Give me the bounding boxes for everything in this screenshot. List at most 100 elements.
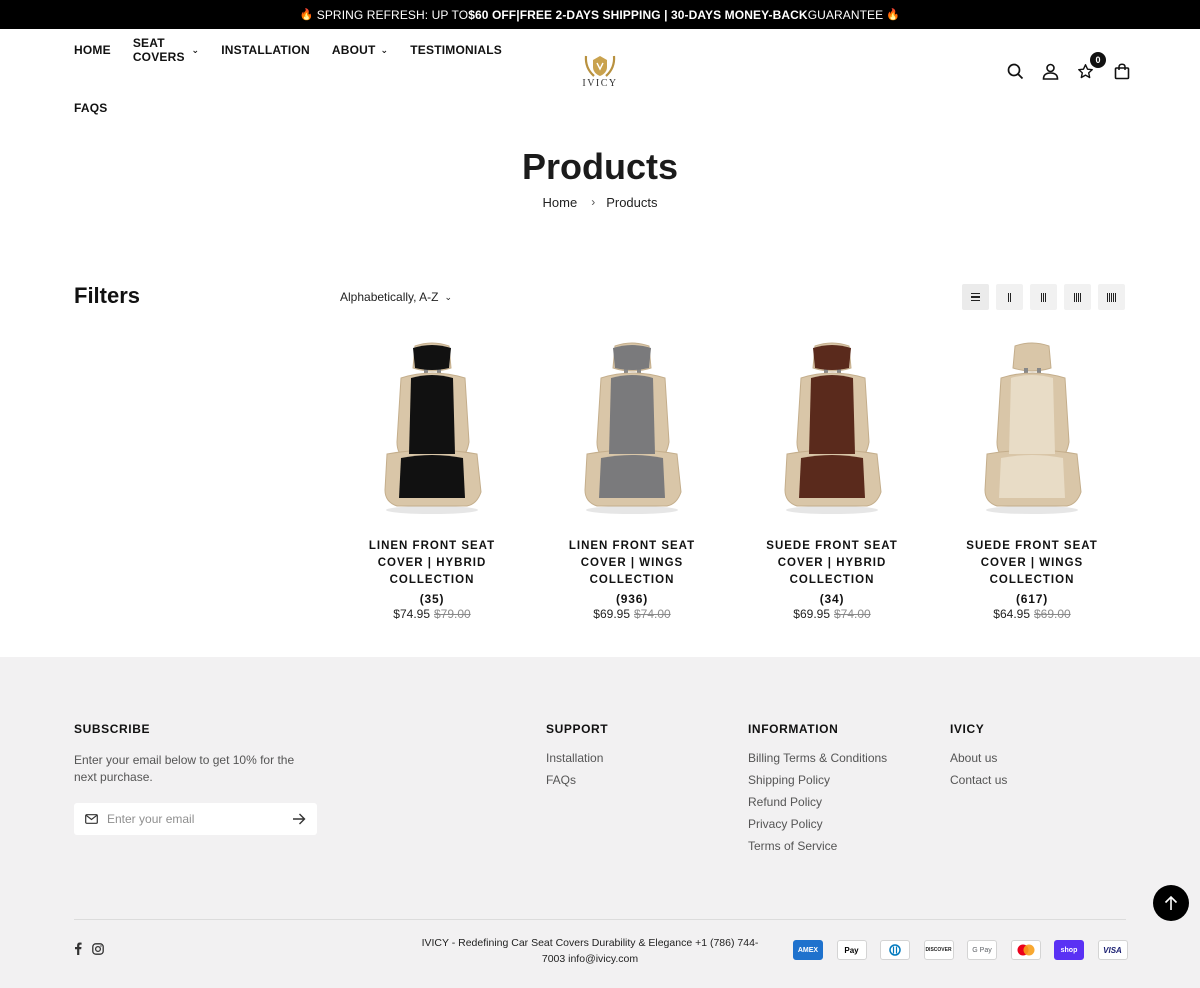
search-icon [1007,63,1023,79]
seat-cover-image [584,342,682,514]
diners-club-icon [880,940,910,960]
four-columns-icon [1074,292,1081,302]
product-image[interactable] [532,324,732,514]
nav-testimonials[interactable]: TESTIMONIALS [410,43,502,57]
shopping-bag-icon [1114,63,1130,79]
seat-cover-image [984,342,1082,514]
product-title[interactable]: LINEN FRONT SEAT COVER | WINGS COLLECTIO… [532,538,732,589]
footer-link-refund-policy[interactable]: Refund Policy [748,794,887,816]
google-pay-icon: G Pay [967,940,997,960]
discover-icon: DISCOVER [923,940,954,960]
product-review-count: (34) [819,592,845,606]
product-card[interactable]: SUEDE FRONT SEAT COVER | WINGS COLLECTIO… [932,324,1132,621]
product-compare-price: $69.00 [1034,607,1071,621]
subscribe-heading: SUBSCRIBE [74,722,151,736]
seat-cover-image [784,342,882,514]
view-list-button[interactable] [962,284,989,310]
main-nav: HOME SEAT COVERS ⌄ INSTALLATION ABOUT ⌄ TE… [74,29,524,115]
amex-icon: AMEX [793,940,823,960]
nav-seat-covers-label: SEAT COVERS [132,36,185,64]
information-heading: INFORMATION [748,722,839,736]
breadcrumb-home[interactable]: Home [543,195,578,210]
footer-link-terms-of-service[interactable]: Terms of Service [748,838,887,860]
arrow-right-icon[interactable] [292,813,306,825]
two-columns-icon [1008,292,1011,302]
nav-testimonials-label: TESTIMONIALS [410,43,502,57]
product-grid: LINEN FRONT SEAT COVER | HYBRID COLLECTI… [332,324,1132,621]
seat-cover-image [384,342,482,514]
site-logo[interactable]: IVICY [578,52,622,94]
email-input[interactable] [107,812,292,826]
header-actions: 0 [1004,52,1146,82]
product-title[interactable]: LINEN FRONT SEAT COVER | HYBRID COLLECTI… [332,538,532,589]
footer-link-shipping-policy[interactable]: Shipping Policy [748,772,887,794]
arrow-up-icon [1164,895,1178,910]
nav-seat-covers[interactable]: SEAT COVERS ⌄ [133,36,199,64]
product-compare-price: $74.00 [834,607,871,621]
view-2-columns-button[interactable] [996,284,1023,310]
nav-faqs-label: FAQS [74,101,108,115]
footer-link-faqs[interactable]: FAQs [546,772,603,794]
flame-icon: 🔥 [299,9,314,21]
sort-dropdown[interactable]: Alphabetically, A-Z ⌄ [340,290,452,304]
product-compare-price: $79.00 [434,607,471,621]
logo-brand-text: IVICY [582,78,618,89]
payment-methods: AMEX Pay DISCOVER G Pay shop VISA [793,940,1141,960]
facebook-icon[interactable] [74,942,82,955]
product-title[interactable]: SUEDE FRONT SEAT COVER | HYBRID COLLECTI… [732,538,932,589]
product-image[interactable] [732,324,932,514]
mastercard-icon [1010,940,1041,960]
nav-installation-label: INSTALLATION [221,43,310,57]
footer-link-privacy-policy[interactable]: Privacy Policy [748,816,887,838]
view-4-columns-button[interactable] [1064,284,1091,310]
sort-value: Alphabetically, A-Z [340,290,439,304]
product-title[interactable]: SUEDE FRONT SEAT COVER | WINGS COLLECTIO… [932,538,1132,589]
page-title: Products [521,146,679,187]
footer-link-billing-terms[interactable]: Billing Terms & Conditions [748,750,887,772]
nav-about-label: ABOUT [331,43,376,57]
footer-link-about-us[interactable]: About us [950,750,1007,772]
announcement-discount: $60 OFF [468,7,517,22]
scroll-to-top-button[interactable] [1153,885,1189,921]
product-image[interactable] [332,324,532,514]
announcement-bar: 🔥 SPRING REFRESH: UP TO $60 OFF | FREE 2… [0,0,1200,29]
nav-faqs[interactable]: FAQS [74,101,107,115]
view-5-columns-button[interactable] [1098,284,1125,310]
filters-heading: Filters [74,283,141,308]
footer-link-contact-us[interactable]: Contact us [950,772,1007,794]
footer-copyright: IVICY - Redefining Car Seat Covers Durab… [421,937,759,965]
cart-button[interactable] [1111,60,1133,82]
product-card[interactable]: LINEN FRONT SEAT COVER | WINGS COLLECTIO… [532,324,732,621]
product-price: $64.95 [993,607,1030,621]
product-card[interactable]: SUEDE FRONT SEAT COVER | HYBRID COLLECTI… [732,324,932,621]
subscribe-text: Enter your email below to get 10% for th… [74,753,295,784]
announcement-shipping: FREE 2-DAYS SHIPPING | 30-DAYS MONEY-BAC… [519,7,808,22]
product-price-row: $64.95 $69.00 [932,607,1132,621]
nav-about[interactable]: ABOUT ⌄ [332,43,388,57]
nav-home-label: HOME [74,43,111,57]
wishlist-count-badge: 0 [1090,52,1106,68]
view-3-columns-button[interactable] [1030,284,1057,310]
support-heading: SUPPORT [546,722,609,736]
product-review-count: (35) [419,592,445,606]
instagram-icon[interactable] [92,942,104,955]
newsletter-form [74,803,317,835]
account-button[interactable] [1039,60,1061,82]
product-image[interactable] [932,324,1132,514]
visa-icon: VISA [1097,940,1128,960]
search-button[interactable] [1004,60,1026,82]
ivicy-links: About us Contact us [950,750,1007,794]
wishlist-button[interactable]: 0 [1074,52,1106,82]
nav-installation[interactable]: INSTALLATION [221,43,310,57]
product-card[interactable]: LINEN FRONT SEAT COVER | HYBRID COLLECTI… [332,324,532,621]
footer-link-installation[interactable]: Installation [546,750,603,772]
footer-divider [74,919,1126,920]
user-icon [1042,63,1058,80]
nav-home[interactable]: HOME [74,43,111,57]
apple-pay-icon: Pay [836,940,867,960]
breadcrumb: Home › Products [0,195,1200,210]
product-price-row: $69.95 $74.00 [532,607,732,621]
flame-icon: 🔥 [886,9,901,21]
support-links: Installation FAQs [546,750,603,794]
product-price-row: $74.95 $79.00 [332,607,532,621]
